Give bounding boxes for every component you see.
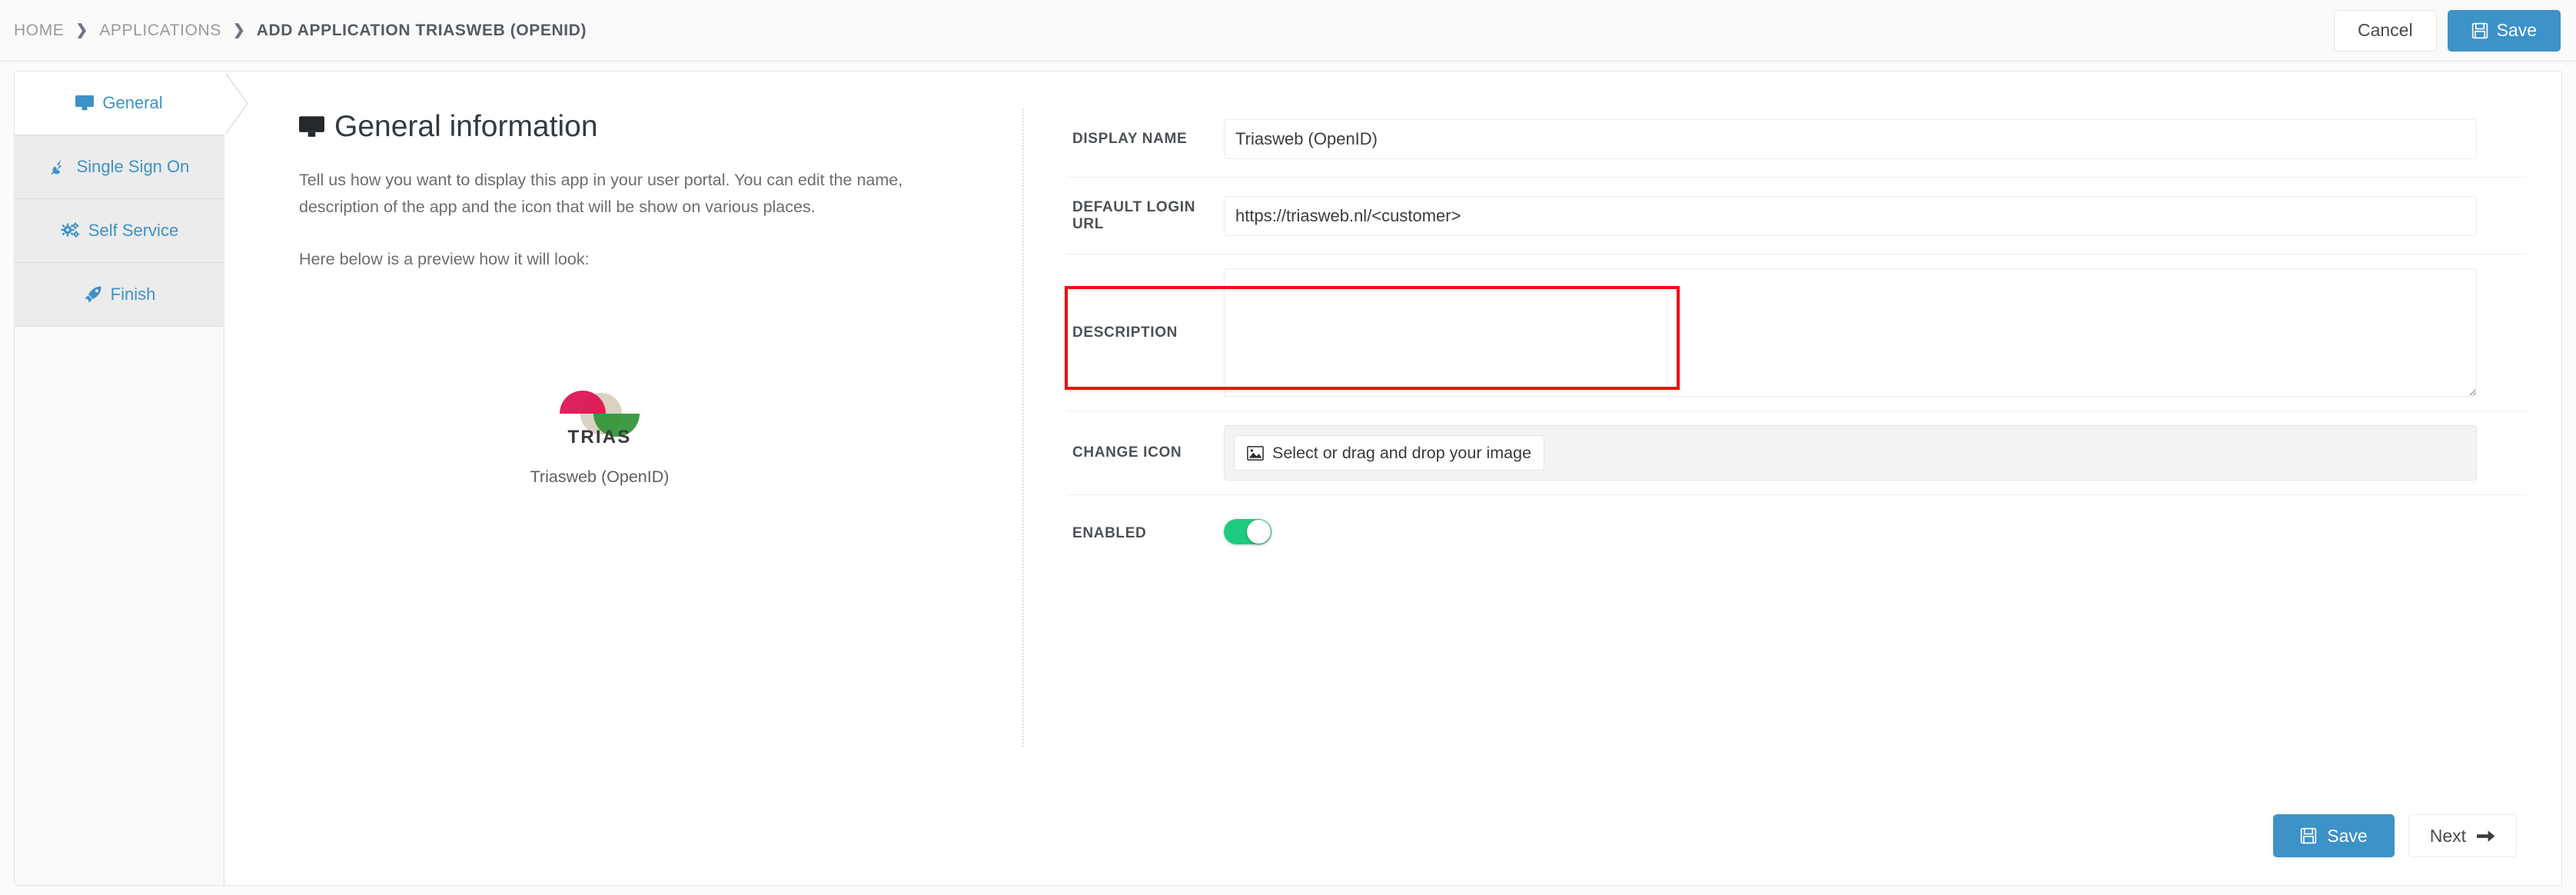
select-image-button[interactable]: Select or drag and drop your image [1234, 435, 1545, 471]
enabled-toggle[interactable] [1224, 519, 1271, 544]
breadcrumb-separator-icon: ❯ [232, 22, 245, 38]
change-icon-label: CHANGE ICON [1072, 444, 1182, 461]
sidebar-item-label: Self Service [88, 221, 179, 240]
default-login-url-label: DEFAULT LOGIN URL [1072, 198, 1196, 232]
sidebar-item-finish[interactable]: Finish [15, 263, 224, 327]
form-row-display-name: DISPLAY NAME [1066, 101, 2527, 178]
cancel-button[interactable]: Cancel [2333, 9, 2437, 52]
next-button-label: Next [2429, 825, 2466, 846]
save-button-label: Save [2496, 20, 2537, 40]
sidebar-item-label: General [102, 93, 163, 112]
sidebar-item-label: Finish [110, 284, 156, 304]
sidebar-item-label: Single Sign On [76, 157, 190, 176]
trias-logo-icon: TRIAS [553, 391, 646, 448]
breadcrumb-item-home[interactable]: HOME [14, 22, 64, 40]
floppy-disk-icon [2300, 827, 2317, 844]
general-step-content: General information Tell us how you want… [224, 72, 2562, 885]
cancel-button-label: Cancel [2357, 20, 2413, 40]
footer-actions: Save Next [2273, 814, 2517, 857]
sidebar-item-self-service[interactable]: Self Service [15, 199, 224, 263]
display-name-input[interactable] [1224, 118, 2477, 159]
description-textarea[interactable] [1224, 268, 2477, 397]
form-row-description: DESCRIPTION [1066, 255, 2527, 411]
page-title-text: General information [334, 110, 598, 143]
sidebar-item-single-sign-on[interactable]: Single Sign On [15, 135, 224, 199]
page-title: General information [299, 111, 952, 141]
floppy-disk-icon [2471, 22, 2488, 39]
enabled-label: ENABLED [1072, 525, 1147, 541]
rocket-icon [84, 286, 102, 303]
column-divider [1022, 108, 1024, 747]
preview-label: Here below is a preview how it will look… [299, 249, 590, 268]
form-row-default-login-url: DEFAULT LOGIN URL [1066, 178, 2527, 255]
trias-wordmark: TRIAS [568, 427, 632, 446]
sidebar-item-general[interactable]: General [15, 71, 248, 136]
page-description: Tell us how you want to display this app… [299, 171, 903, 216]
select-image-button-label: Select or drag and drop your image [1272, 443, 1532, 462]
plug-icon [50, 158, 68, 175]
general-information-form: DISPLAY NAME DEFAULT LOGIN URL DESCRIPTI… [1066, 101, 2527, 572]
breadcrumb-separator-icon: ❯ [75, 22, 88, 38]
form-row-enabled: ENABLED [1066, 495, 2527, 572]
header-actions: Cancel Save [2333, 0, 2561, 61]
top-header-bar: HOME ❯ APPLICATIONS ❯ ADD APPLICATION TR… [0, 0, 2576, 62]
gears-icon [61, 222, 80, 239]
description-label: DESCRIPTION [1072, 324, 1178, 341]
app-preview: TRIAS Triasweb (OpenID) [515, 391, 684, 487]
main-content-card: General Single Sign On Self Service Fini… [14, 71, 2562, 886]
breadcrumb: HOME ❯ APPLICATIONS ❯ ADD APPLICATION TR… [14, 0, 587, 61]
desktop-icon [75, 95, 95, 111]
icon-dropzone[interactable]: Select or drag and drop your image [1224, 425, 2477, 481]
display-name-label: DISPLAY NAME [1072, 130, 1188, 147]
breadcrumb-item-applications[interactable]: APPLICATIONS [99, 22, 221, 40]
arrow-right-icon [2477, 829, 2495, 843]
toggle-knob [1247, 520, 1271, 544]
breadcrumb-item-current: ADD APPLICATION TRIASWEB (OPENID) [256, 21, 587, 39]
save-button[interactable]: Save [2447, 9, 2561, 52]
desktop-icon [299, 115, 324, 138]
info-column: General information Tell us how you want… [224, 72, 1009, 885]
form-row-change-icon: CHANGE ICON Select or drag and drop your… [1066, 411, 2527, 495]
footer-save-button[interactable]: Save [2273, 814, 2395, 857]
footer-save-button-label: Save [2327, 825, 2368, 846]
next-button[interactable]: Next [2408, 814, 2517, 857]
image-icon [1247, 445, 1264, 461]
default-login-url-input[interactable] [1224, 195, 2477, 236]
wizard-step-sidebar: General Single Sign On Self Service Fini… [15, 71, 248, 885]
app-preview-name: Triasweb (OpenID) [530, 467, 670, 486]
